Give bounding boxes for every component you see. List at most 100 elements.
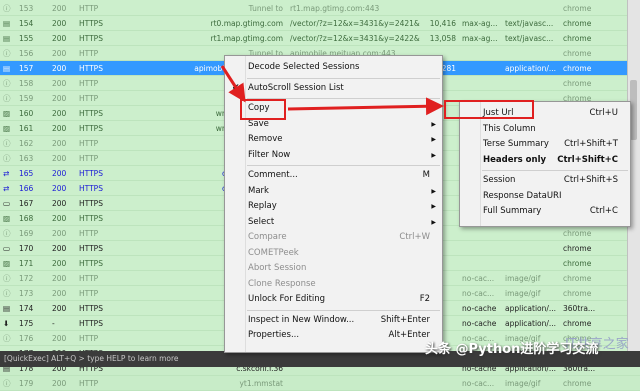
session-protocol: HTTPS [79, 199, 103, 208]
session-host: Tunnel to [248, 4, 283, 13]
session-protocol: HTTP [79, 94, 99, 103]
menu-item-inspect-in-new-window[interactable]: Inspect in New Window... Shift+Enter [225, 313, 442, 328]
info-icon: ⓘ [3, 379, 11, 388]
script-icon: ▤ [3, 34, 11, 43]
menu-separator [247, 309, 440, 311]
session-result: 200 [52, 109, 67, 118]
info-icon: ⓘ [3, 49, 11, 58]
copy-item-headers-only[interactable]: Headers only Ctrl+Shift+C [460, 153, 630, 168]
copy-item-terse-summary[interactable]: Terse Summary Ctrl+Shift+T [460, 137, 630, 152]
menu-item-unlock-for-editing[interactable]: Unlock For Editing F2 [225, 292, 442, 307]
menu-item-filter-now[interactable]: Filter Now ▶ [225, 148, 442, 163]
scrollbar-thumb[interactable] [630, 80, 637, 140]
info-icon: ⓘ [3, 94, 11, 103]
session-caching [462, 46, 502, 61]
menu-item-remove[interactable]: Remove ▶ [225, 132, 442, 147]
session-content-type: image/gif [505, 379, 541, 388]
session-result: 200 [52, 259, 67, 268]
menu-item-mark[interactable]: Mark ▶ [225, 184, 442, 199]
session-body-size [416, 1, 456, 16]
page-icon: ▭ [3, 244, 11, 253]
session-row[interactable]: ⓘ 153 200 HTTP Tunnel to rt1.map.gtimg.com:44… [0, 1, 640, 16]
menu-item-label: Remove [248, 134, 283, 144]
session-protocol: HTTPS [79, 184, 103, 193]
session-result: 200 [52, 4, 67, 13]
session-protocol: HTTP [79, 274, 99, 283]
session-number: 163 [19, 154, 34, 163]
submenu-arrow-icon: ▶ [431, 203, 436, 210]
session-number: 176 [19, 334, 34, 343]
session-result: 200 [52, 184, 67, 193]
copy-submenu: Just Url Ctrl+U This Column Terse Summary Ct… [459, 101, 631, 227]
session-number: 160 [19, 109, 34, 118]
session-number: 170 [19, 244, 34, 253]
session-url [290, 376, 420, 391]
session-row[interactable]: ⓘ 179 200 HTTP yt1.mmstat no-cac... image/gif c… [0, 376, 640, 391]
session-process: chrome [563, 4, 592, 13]
menu-item-properties[interactable]: Properties... Alt+Enter [225, 328, 442, 343]
session-number: 166 [19, 184, 34, 193]
session-number: 168 [19, 214, 34, 223]
image-icon: ▨ [3, 109, 11, 118]
menu-item-comment[interactable]: Comment... M [225, 168, 442, 183]
session-result: 200 [52, 244, 67, 253]
menu-item-cometpeek[interactable]: COMETPeek [225, 246, 442, 261]
session-number: 154 [19, 19, 34, 28]
menu-item-compare[interactable]: Compare Ctrl+W [225, 230, 442, 245]
session-body-size: 13,058 [429, 34, 456, 43]
menu-item-clone-response[interactable]: Clone Response [225, 277, 442, 292]
session-process: chrome [563, 34, 592, 43]
menu-item-abort-session[interactable]: Abort Session [225, 261, 442, 276]
menu-item-label: Clone Response [248, 278, 316, 289]
session-protocol: HTTPS [79, 244, 103, 253]
session-result: 200 [52, 334, 67, 343]
session-number: 156 [19, 49, 34, 58]
copy-item-response-datauri[interactable]: Response DataURI [460, 189, 630, 204]
menu-item-label: Mark [248, 185, 269, 196]
session-url: rt1.map.gtimg.com:443 [290, 4, 380, 13]
menu-item-decode-selected-sessions[interactable]: Decode Selected Sessions [225, 60, 442, 75]
session-protocol: HTTP [79, 334, 99, 343]
session-process: chrome [563, 244, 592, 253]
session-caching [462, 256, 502, 271]
menu-item-autoscroll-session-list[interactable]: ✔ AutoScroll Session List [225, 81, 442, 96]
menu-item-label: COMETPeek [248, 247, 299, 258]
menu-item-label: Comment... [248, 170, 298, 180]
session-content-type [505, 76, 560, 91]
info-icon: ⓘ [3, 4, 11, 13]
watermark: 头条 @Python进阶学习交流 [425, 342, 599, 357]
session-caching [462, 61, 502, 76]
session-caching [462, 1, 502, 16]
session-body-size: 10,416 [429, 19, 456, 28]
menu-item-label: Compare [248, 232, 287, 242]
session-row[interactable]: ▤ 155 200 HTTPS rt1.map.gtimg.com/vector/?z=… [0, 31, 640, 46]
session-caching: no-cac... [462, 274, 495, 283]
copy-item-this-column[interactable]: This Column [460, 122, 630, 137]
session-row[interactable]: ▤ 154 200 HTTPS rt0.map.gtimg.com/vector/?z=… [0, 16, 640, 31]
menu-item-label: Response DataURI [483, 190, 562, 201]
session-protocol: HTTP [79, 49, 99, 58]
menu-item-replay[interactable]: Replay ▶ [225, 199, 442, 214]
session-caching: no-cache [462, 304, 497, 313]
image-icon: ▨ [3, 124, 11, 133]
session-host: yt1.mmstat [239, 379, 283, 388]
info-icon: ⓘ [3, 139, 11, 148]
session-content-type: image/gif [505, 274, 541, 283]
copy-item-session[interactable]: Session Ctrl+Shift+S [460, 173, 630, 188]
session-caching: no-cac... [462, 289, 495, 298]
menu-item-select[interactable]: Select ▶ [225, 215, 442, 230]
session-body-size [416, 376, 456, 391]
session-content-type: text/javasc... [505, 34, 554, 43]
menu-item-shortcut: Ctrl+Shift+S [563, 175, 618, 185]
session-protocol: HTTP [79, 154, 99, 163]
menu-item-shortcut: Ctrl+W [399, 232, 430, 242]
session-process: chrome [563, 259, 592, 268]
submenu-arrow-icon: ▶ [431, 218, 436, 226]
session-number: 158 [19, 79, 34, 88]
submenu-arrow-icon: ▶ [431, 105, 436, 112]
copy-item-full-summary[interactable]: Full Summary Ctrl+C [460, 204, 630, 219]
session-process: chrome [563, 379, 592, 388]
session-caching: no-cache [462, 319, 497, 328]
menu-item-shortcut: Ctrl+C [589, 206, 618, 216]
menu-item-shortcut: F2 [419, 294, 430, 304]
